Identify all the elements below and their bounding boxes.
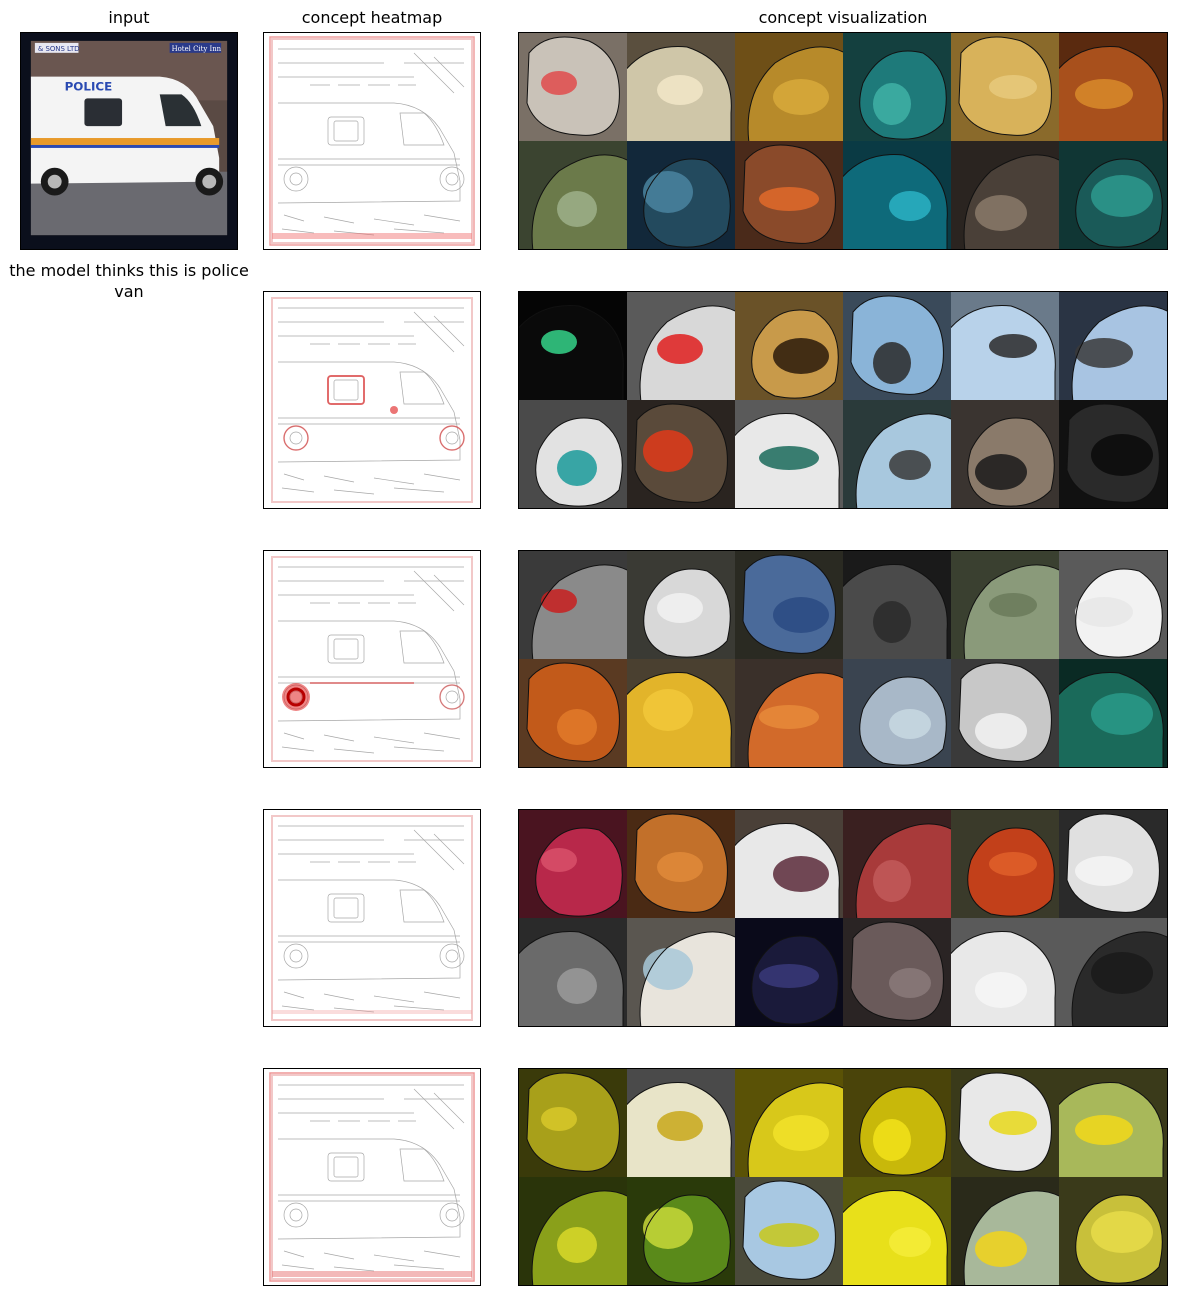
concept-example-tile: [627, 1177, 735, 1285]
concept-example-tile: [627, 400, 735, 508]
concept-heatmap-3: [263, 550, 481, 768]
concept-visualization-4: [518, 809, 1168, 1027]
concept-example-tile: [1059, 400, 1167, 508]
concept-example-tile: [843, 141, 951, 249]
concept-heatmap-2: [263, 291, 481, 509]
concept-example-tile: [735, 400, 843, 508]
concept-example-tile: [843, 659, 951, 767]
concept-example-tile: [951, 1069, 1059, 1177]
concept-example-tile: [735, 810, 843, 918]
concept-example-tile: [951, 551, 1059, 659]
concept-example-tile: [627, 918, 735, 1026]
concept-example-tile: [519, 292, 627, 400]
concept-example-tile: [1059, 1177, 1167, 1285]
concept-example-tile: [519, 551, 627, 659]
concept-example-tile: [627, 810, 735, 918]
concept-example-tile: [735, 141, 843, 249]
concept-visualization-3: [518, 550, 1168, 768]
concept-example-tile: [627, 659, 735, 767]
concept-example-tile: [843, 33, 951, 141]
concept-example-tile: [843, 1177, 951, 1285]
concept-example-tile: [1059, 1069, 1167, 1177]
concept-heatmap-4: [263, 809, 481, 1027]
concept-example-tile: [951, 918, 1059, 1026]
concept-visualization-2: [518, 291, 1168, 509]
prediction-caption: the model thinks this is police van: [9, 261, 249, 301]
visualization-column-header: concept visualization: [758, 8, 928, 27]
concept-example-tile: [735, 1069, 843, 1177]
input-column-header: input: [108, 8, 150, 27]
heatmap-drawing: [271, 556, 473, 762]
concept-example-tile: [1059, 292, 1167, 400]
concept-example-tile: [735, 918, 843, 1026]
concept-example-tile: [519, 33, 627, 141]
concept-example-tile: [1059, 33, 1167, 141]
concept-example-tile: [1059, 810, 1167, 918]
concept-example-tile: [843, 551, 951, 659]
concept-example-tile: [1059, 659, 1167, 767]
concept-example-tile: [1059, 551, 1167, 659]
concept-example-tile: [735, 33, 843, 141]
concept-example-tile: [519, 141, 627, 249]
van-lettering: POLICE: [65, 79, 113, 93]
concept-example-tile: [951, 810, 1059, 918]
concept-example-tile: [843, 1069, 951, 1177]
sign-left: & SONS LTD: [38, 45, 80, 53]
concept-heatmap-1: [263, 32, 481, 250]
sign-right: Hotel City Inn: [172, 45, 222, 53]
concept-example-tile: [951, 141, 1059, 249]
concept-example-tile: [627, 551, 735, 659]
concept-example-tile: [951, 1177, 1059, 1285]
concept-example-tile: [627, 33, 735, 141]
concept-example-tile: [519, 810, 627, 918]
concept-example-tile: [1059, 918, 1167, 1026]
concept-example-tile: [735, 659, 843, 767]
concept-example-tile: [951, 659, 1059, 767]
concept-example-tile: [627, 292, 735, 400]
heatmap-drawing: [269, 36, 475, 246]
concept-example-tile: [519, 659, 627, 767]
heatmap-drawing: [269, 1072, 475, 1282]
heatmap-drawing: [271, 297, 473, 503]
concept-example-tile: [951, 33, 1059, 141]
concept-example-tile: [519, 400, 627, 508]
concept-example-tile: [1059, 141, 1167, 249]
concept-example-tile: [735, 292, 843, 400]
concept-example-tile: [519, 918, 627, 1026]
concept-example-tile: [735, 551, 843, 659]
concept-example-tile: [519, 1069, 627, 1177]
concept-visualization-5: [518, 1068, 1168, 1286]
concept-example-tile: [735, 1177, 843, 1285]
concept-example-tile: [843, 810, 951, 918]
concept-example-tile: [951, 400, 1059, 508]
heatmap-drawing: [271, 815, 473, 1021]
concept-example-tile: [843, 918, 951, 1026]
concept-example-tile: [519, 1177, 627, 1285]
concept-visualization-1: [518, 32, 1168, 250]
concept-example-tile: [951, 292, 1059, 400]
concept-heatmap-5: [263, 1068, 481, 1286]
concept-example-tile: [843, 292, 951, 400]
heatmap-column-header: concept heatmap: [301, 8, 443, 27]
concept-example-tile: [627, 1069, 735, 1177]
input-image: & SONS LTD Hotel City Inn POLICE: [20, 32, 238, 250]
concept-example-tile: [627, 141, 735, 249]
concept-example-tile: [843, 400, 951, 508]
